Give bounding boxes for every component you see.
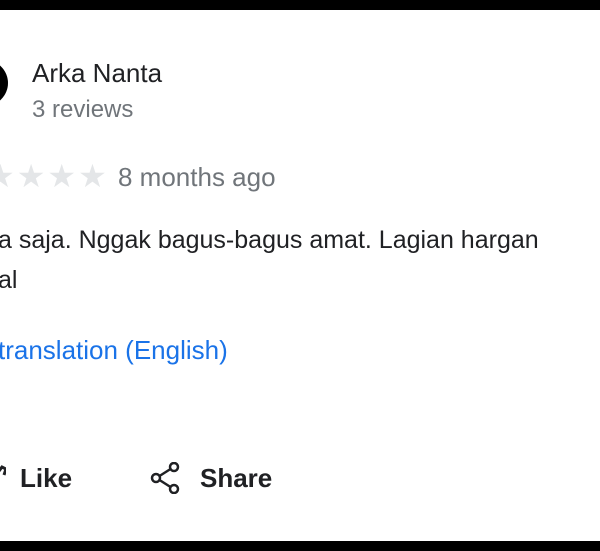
- avatar[interactable]: [0, 60, 8, 106]
- share-icon: [150, 462, 180, 494]
- like-button[interactable]: Like: [0, 458, 72, 498]
- share-label: Share: [200, 463, 272, 494]
- review-date: 8 months ago: [118, 162, 276, 192]
- star-icon: ★: [17, 160, 46, 192]
- star-icon: ★: [0, 160, 15, 192]
- review-text: a saja. Nggak bagus-bagus amat. Lagian h…: [0, 220, 600, 300]
- star-rating: ★ ★ ★ ★: [0, 158, 107, 194]
- thumbs-up-icon: [0, 465, 6, 491]
- star-icon: ★: [78, 160, 107, 192]
- author-review-count: 3 reviews: [32, 96, 133, 124]
- star-icon: ★: [47, 160, 76, 192]
- see-translation-link[interactable]: translation (English): [0, 334, 228, 366]
- review-card: Arka Nanta 3 reviews ★ ★ ★ ★ 8 months ag…: [0, 10, 600, 541]
- share-button[interactable]: Share: [150, 458, 272, 498]
- like-label: Like: [20, 463, 72, 494]
- review-text-line: a saja. Nggak bagus-bagus amat. Lagian h…: [0, 220, 600, 260]
- review-text-line: al: [0, 260, 600, 300]
- author-name[interactable]: Arka Nanta: [32, 58, 162, 88]
